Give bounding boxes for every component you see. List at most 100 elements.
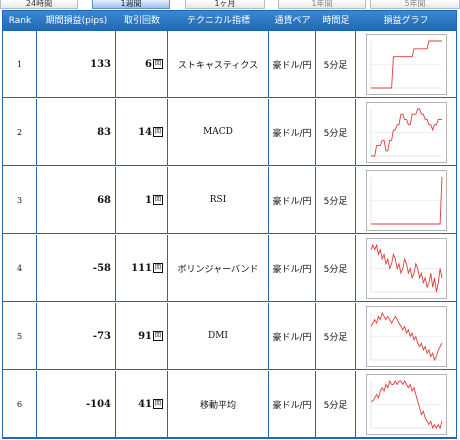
cell-pair: 豪ドル/円 [269, 167, 316, 234]
cell-indicator-text[interactable]: 移動平均 [200, 398, 236, 411]
cell-indicator: RSI [168, 167, 269, 234]
profit-graph[interactable] [365, 33, 447, 95]
table-header: Rank 期間損益(pips) 取引回数 テクニカル指標 通貨ペア 時間足 損益… [3, 11, 456, 31]
cell-rank: 3 [3, 167, 37, 234]
cell-pair: 豪ドル/円 [269, 31, 316, 98]
cell-pips-text: -104 [85, 398, 111, 410]
cell-trades: 41 回 [116, 371, 168, 438]
cell-pips: 83 [37, 99, 116, 166]
trade-count: 41 [138, 398, 152, 410]
cell-graph [356, 235, 456, 302]
cell-graph [356, 167, 456, 234]
trade-unit: 回 [153, 399, 163, 409]
tab-5year[interactable]: 5年間 [370, 0, 460, 9]
cell-indicator: MACD [168, 99, 269, 166]
cell-pair-text: 豪ドル/円 [272, 400, 312, 411]
tab-1month[interactable]: 1ヶ月 [185, 0, 265, 9]
cell-timeframe-text: 5分足 [323, 400, 348, 411]
trade-count: 111 [131, 262, 152, 274]
header-pips: 期間損益(pips) [45, 16, 108, 26]
profit-graph[interactable] [365, 373, 447, 435]
profit-graph[interactable] [365, 169, 447, 231]
trade-unit: 回 [153, 59, 163, 69]
trade-unit: 回 [153, 127, 163, 137]
cell-indicator: DMI [168, 303, 269, 370]
cell-rank-text: 6 [16, 399, 23, 409]
trade-unit: 回 [153, 331, 163, 341]
cell-pair-text: 豪ドル/円 [272, 332, 312, 343]
trade-count: 6 [145, 58, 152, 70]
table-row: 1 133 6 回ストキャスティクス 豪ドル/円 5分足 [3, 31, 456, 98]
cell-rank-text: 1 [16, 59, 23, 69]
header-rank: Rank [8, 16, 32, 26]
cell-indicator-text[interactable]: ボリンジャーバンド [178, 262, 259, 275]
table-row: 2 83 14 回 MACD 豪ドル/円 5分足 [3, 99, 456, 166]
cell-indicator: ストキャスティクス [168, 31, 269, 98]
cell-graph [356, 371, 456, 438]
cell-pips: -58 [37, 235, 116, 302]
cell-pips-text: 133 [90, 58, 111, 70]
cell-trades: 6回 [116, 31, 168, 98]
cell-indicator-text[interactable]: RSI [210, 195, 227, 205]
cell-rank: 6 [3, 371, 37, 438]
cell-rank-text: 2 [16, 127, 23, 137]
profit-graph[interactable] [365, 237, 447, 299]
trade-count: 1 [145, 194, 152, 206]
table-row: 5 -73 91 回 DMI 豪ドル/円 5分足 [3, 303, 456, 370]
cell-indicator: 移動平均 [168, 371, 269, 438]
cell-timeframe-text: 5分足 [323, 60, 348, 71]
header-trades: 取引回数 [123, 16, 160, 26]
cell-pips: -73 [37, 303, 116, 370]
cell-pips-text: -73 [92, 330, 111, 342]
tab-1week[interactable]: 1週間 [92, 0, 170, 9]
trade-unit: 回 [153, 195, 163, 205]
header-pair: 通貨ペア [274, 16, 311, 26]
header-timeframe: 時間足 [322, 16, 350, 26]
cell-graph [356, 303, 456, 370]
cell-timeframe-text: 5分足 [323, 332, 348, 343]
cell-pips: -104 [37, 371, 116, 438]
cell-indicator-text[interactable]: MACD [203, 127, 233, 137]
cell-timeframe: 5分足 [316, 371, 356, 438]
cell-pair: 豪ドル/円 [269, 371, 316, 438]
trade-count: 91 [138, 330, 152, 342]
cell-trades: 111 回 [116, 235, 168, 302]
trade-count: 14 [138, 126, 152, 138]
header-graph: 損益グラフ [383, 16, 429, 26]
tab-24h[interactable]: 24時間 [0, 0, 78, 9]
cell-indicator-text[interactable]: DMI [208, 331, 228, 341]
cell-timeframe: 5分足 [316, 303, 356, 370]
cell-pips-text: -58 [92, 262, 111, 274]
cell-timeframe: 5分足 [316, 167, 356, 234]
cell-graph [356, 99, 456, 166]
cell-pair-text: 豪ドル/円 [272, 264, 312, 275]
cell-timeframe: 5分足 [316, 31, 356, 98]
cell-timeframe-text: 5分足 [323, 264, 348, 275]
cell-pair-text: 豪ドル/円 [272, 128, 312, 139]
cell-trades: 14 回 [116, 99, 168, 166]
trade-unit: 回 [153, 263, 163, 273]
ranking-table: Rank 期間損益(pips) 取引回数 テクニカル指標 通貨ペア 時間足 損益… [2, 10, 457, 439]
cell-indicator-text[interactable]: ストキャスティクス [178, 58, 258, 71]
cell-timeframe: 5分足 [316, 99, 356, 166]
profit-graph[interactable] [365, 305, 447, 367]
cell-pips: 68 [37, 167, 116, 234]
cell-pair-text: 豪ドル/円 [272, 196, 312, 207]
tab-1year[interactable]: 1年間 [278, 0, 366, 9]
cell-rank: 2 [3, 99, 37, 166]
profit-graph[interactable] [365, 101, 447, 163]
cell-rank-text: 3 [16, 195, 23, 205]
cell-pair: 豪ドル/円 [269, 99, 316, 166]
cell-rank: 5 [3, 303, 37, 370]
table-row: 4 -58 111 回ボリンジャーバンド 豪ドル/円 5分足 [3, 235, 456, 302]
cell-timeframe: 5分足 [316, 235, 356, 302]
cell-timeframe-text: 5分足 [323, 128, 348, 139]
cell-pips-text: 83 [97, 126, 111, 138]
cell-graph [356, 31, 456, 98]
period-tabs: 24時間 1週間 1ヶ月 1年間 5年間 [0, 0, 460, 9]
cell-rank-text: 5 [16, 331, 23, 341]
cell-pair-text: 豪ドル/円 [272, 60, 312, 71]
cell-rank: 1 [3, 31, 37, 98]
cell-rank-text: 4 [16, 263, 23, 273]
cell-indicator: ボリンジャーバンド [168, 235, 269, 302]
